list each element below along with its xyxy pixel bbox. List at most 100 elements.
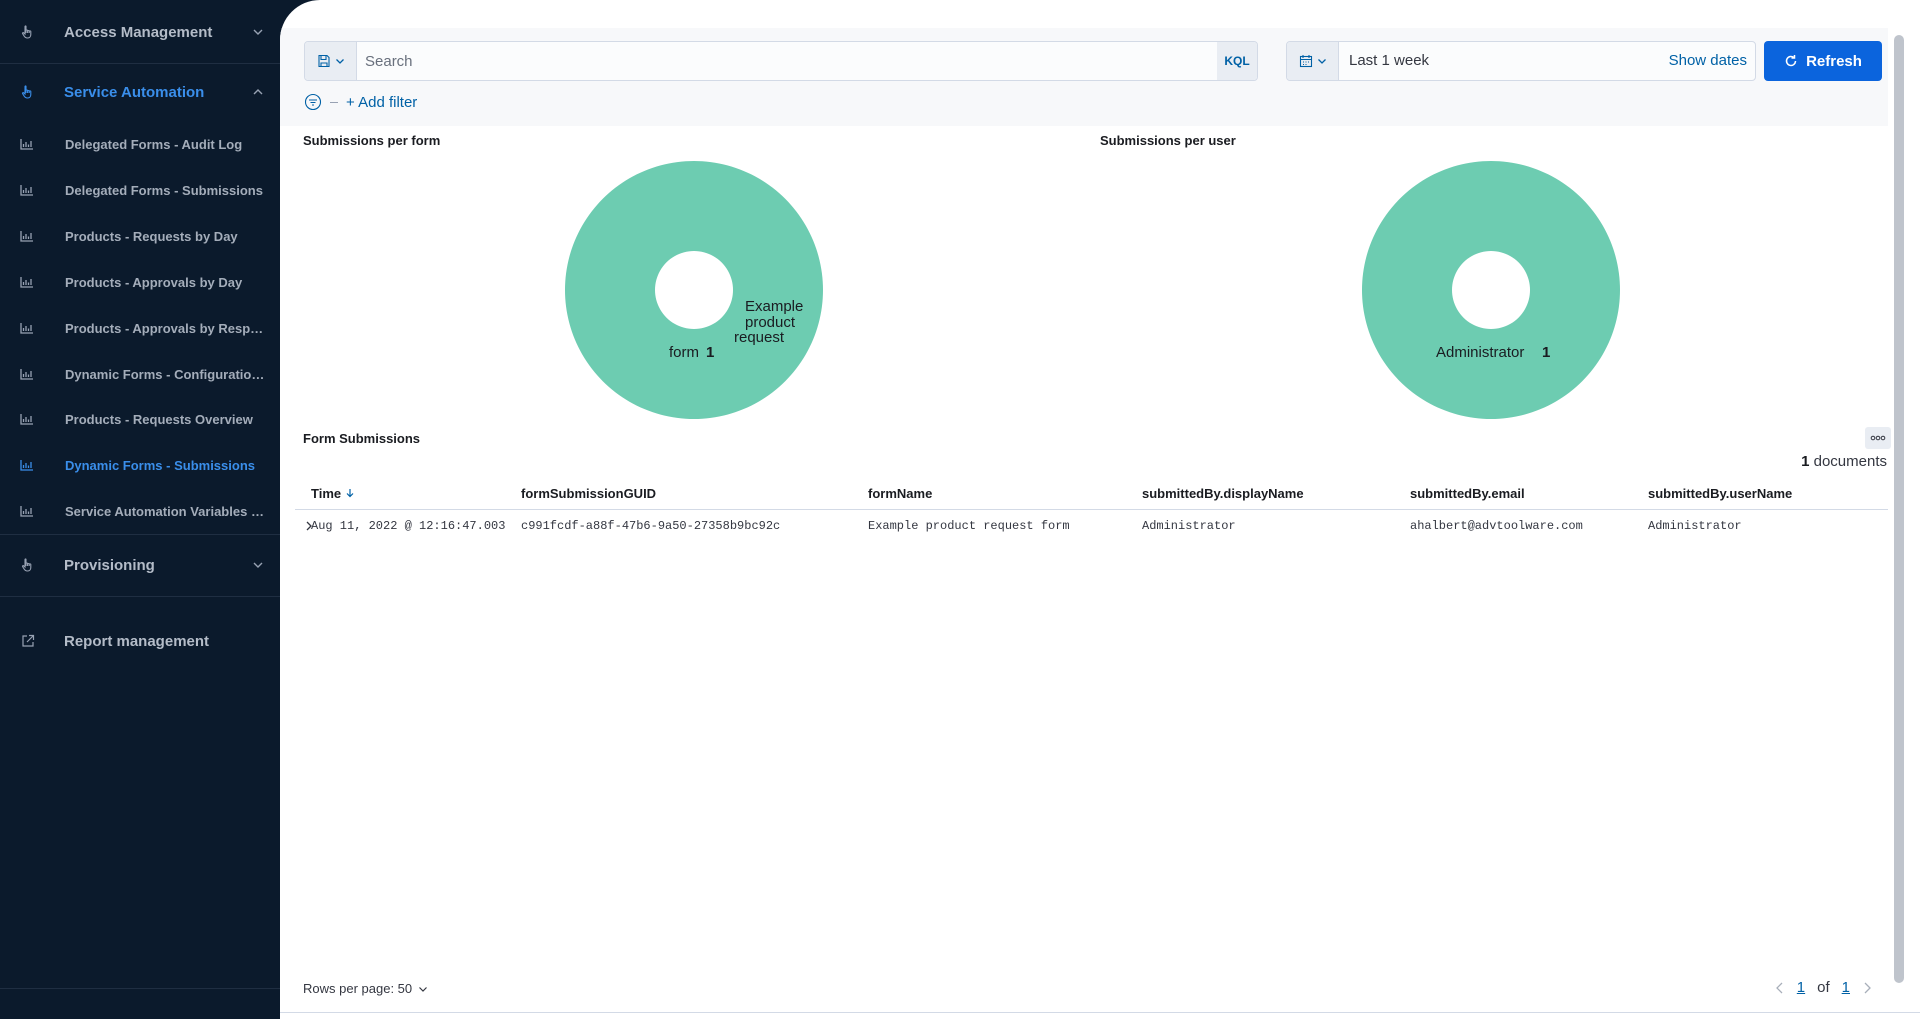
cell-guid: c991fcdf-a88f-47b6-9a50-27358b9bc92c <box>521 519 781 533</box>
sidebar-item-products-approvals-by-day[interactable]: Products - Approvals by Day <box>0 262 280 302</box>
table-footer: Rows per page: 50 1 of 1 <box>280 975 1888 1003</box>
filter-divider <box>330 101 338 103</box>
document-count: 1 documents <box>1801 453 1887 470</box>
add-filter-button[interactable]: + Add filter <box>346 94 417 111</box>
sidebar-section-label: Access Management <box>64 23 213 41</box>
date-range-text[interactable]: Last 1 week <box>1349 52 1429 69</box>
sidebar-item-label: Delegated Forms - Submissions <box>65 182 263 198</box>
sidebar-section-label: Report management <box>64 632 210 650</box>
pie-slice-example-product-request-form[interactable] <box>564 161 823 419</box>
column-header-time[interactable]: Time <box>311 486 355 501</box>
main-panel: KQL Last 1 week Show dates Refresh + Add… <box>280 0 1920 1019</box>
save-icon <box>317 54 330 68</box>
bar-chart-icon <box>20 277 33 288</box>
sidebar-divider <box>0 596 280 597</box>
sidebar-item-label: Dynamic Forms - Configuration Overview <box>65 366 266 382</box>
rows-per-page-select[interactable]: Rows per page: 50 <box>303 981 428 996</box>
sidebar-section-label: Service Automation <box>64 83 205 101</box>
filter-bar: + Add filter <box>304 90 417 114</box>
refresh-button-label: Refresh <box>1806 52 1862 70</box>
bar-chart-icon <box>20 460 33 471</box>
saved-query-button[interactable] <box>305 42 357 80</box>
bar-chart-icon <box>20 506 33 517</box>
show-dates-link[interactable]: Show dates <box>1669 52 1747 69</box>
sidebar-item-dynamic-forms-submissions[interactable]: Dynamic Forms - Submissions <box>0 445 280 485</box>
refresh-button[interactable]: Refresh <box>1764 41 1882 81</box>
bar-chart-icon <box>20 139 33 150</box>
table-row: Aug 11, 2022 @ 12:16:47.003 c991fcdf-a88… <box>295 511 1888 543</box>
sidebar-section-report-management[interactable]: Report management <box>0 614 280 668</box>
chevron-down-icon <box>335 59 344 64</box>
quick-menu-button[interactable] <box>1287 42 1339 80</box>
date-picker: Last 1 week Show dates <box>1286 41 1756 81</box>
hand-pointer-icon <box>20 557 36 573</box>
slice-label-line1: Example <box>745 298 803 315</box>
sidebar-item-products-requests-by-day[interactable]: Products - Requests by Day <box>0 216 280 256</box>
chevron-down-icon <box>253 29 263 35</box>
sidebar-item-dynamic-forms-configuration[interactable]: Dynamic Forms - Configuration Overview <box>0 354 280 394</box>
filter-icon[interactable] <box>304 93 322 111</box>
slice-value: 1 <box>706 344 714 361</box>
page-of: of <box>1817 979 1830 996</box>
cell-time: Aug 11, 2022 @ 12:16:47.003 <box>311 519 506 533</box>
chevron-down-icon <box>419 986 428 992</box>
chevron-up-icon <box>253 89 263 95</box>
more-icon <box>1870 435 1886 441</box>
page-total[interactable]: 1 <box>1842 979 1850 996</box>
sidebar-section-service-automation[interactable]: Service Automation <box>0 65 280 119</box>
refresh-icon <box>1785 55 1797 67</box>
sidebar-item-service-automation-variables[interactable]: Service Automation Variables - Overview <box>0 491 280 531</box>
calendar-icon <box>1299 55 1312 68</box>
slice-label-line4: form <box>669 344 699 361</box>
sidebar-item-label: Products - Requests Overview <box>65 411 253 427</box>
table-header: Time formSubmissionGUID formName submitt… <box>295 478 1888 510</box>
slice-label-line3: request <box>734 329 785 346</box>
column-header-guid[interactable]: formSubmissionGUID <box>521 486 656 501</box>
pie-chart-submissions-per-user: Administrator 1 <box>1361 161 1620 419</box>
sidebar-item-products-approvals-by-response[interactable]: Products - Approvals by Response <box>0 308 280 348</box>
document-count-value: 1 <box>1801 453 1810 470</box>
sidebar-item-label: Service Automation Variables - Overview <box>65 503 266 519</box>
bottom-divider <box>280 1012 1920 1013</box>
pie-slice-administrator[interactable] <box>1361 161 1620 419</box>
cell-email: ahalbert@advtoolware.com <box>1410 519 1583 533</box>
cell-form-name: Example product request form <box>868 519 1070 533</box>
sidebar-divider <box>0 534 280 535</box>
sidebar: Access Management Service Automation Del… <box>0 0 280 1019</box>
sidebar-item-delegated-forms-audit-log[interactable]: Delegated Forms - Audit Log <box>0 124 280 164</box>
cell-username: Administrator <box>1648 519 1742 533</box>
scrollbar[interactable] <box>1894 35 1904 983</box>
kql-toggle[interactable]: KQL <box>1217 42 1257 80</box>
sidebar-section-access-management[interactable]: Access Management <box>0 5 280 59</box>
sidebar-section-provisioning[interactable]: Provisioning <box>0 538 280 592</box>
chevron-down-icon <box>1317 59 1326 64</box>
hand-pointer-icon <box>20 84 36 100</box>
column-header-display-name[interactable]: submittedBy.displayName <box>1142 486 1304 501</box>
column-header-email[interactable]: submittedBy.email <box>1410 486 1525 501</box>
rows-per-page-label: Rows per page: 50 <box>303 981 413 996</box>
chevron-right-icon[interactable] <box>1862 981 1872 995</box>
sidebar-item-products-requests-overview[interactable]: Products - Requests Overview <box>0 399 280 439</box>
chart-title-submissions-per-user: Submissions per user <box>1100 133 1236 148</box>
panel-options-button[interactable] <box>1865 427 1891 449</box>
page-current[interactable]: 1 <box>1797 979 1805 996</box>
bar-chart-icon <box>20 231 33 242</box>
chevron-left-icon[interactable] <box>1775 981 1785 995</box>
chart-title-submissions-per-form: Submissions per form <box>303 133 441 148</box>
sidebar-item-label: Dynamic Forms - Submissions <box>65 457 255 473</box>
bar-chart-icon <box>20 323 33 334</box>
pagination: 1 of 1 <box>1775 979 1872 996</box>
column-header-username[interactable]: submittedBy.userName <box>1648 486 1792 501</box>
column-header-form-name[interactable]: formName <box>868 486 932 501</box>
pie-chart-submissions-per-form: Example product request form 1 <box>564 161 823 419</box>
slice-value: 1 <box>1542 344 1550 361</box>
search-input[interactable] <box>357 42 1217 80</box>
sidebar-item-label: Products - Requests by Day <box>65 228 238 244</box>
slice-label-name: Administrator <box>1436 344 1524 361</box>
hand-pointer-icon <box>20 24 36 40</box>
query-bar: KQL Last 1 week Show dates Refresh + Add… <box>280 28 1888 126</box>
sidebar-divider <box>0 63 280 64</box>
bar-chart-icon <box>20 185 33 196</box>
sidebar-item-label: Products - Approvals by Response <box>65 320 266 336</box>
sidebar-item-delegated-forms-submissions[interactable]: Delegated Forms - Submissions <box>0 170 280 210</box>
